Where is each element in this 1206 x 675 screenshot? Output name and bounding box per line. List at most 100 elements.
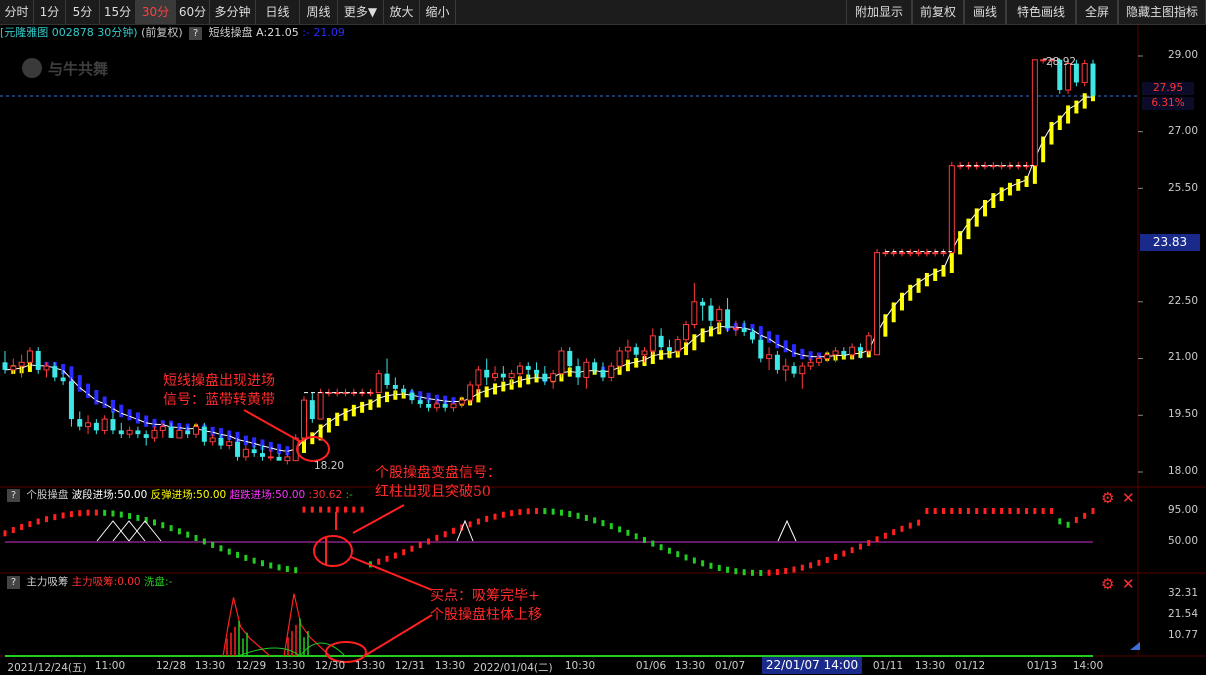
oscillator-block	[410, 545, 414, 552]
annotation-line: 短线操盘出现进场	[163, 373, 275, 389]
candle-body	[209, 437, 216, 443]
mid-panel-header: ? 个股操盘 波段进场:50.00 反弹进场:50.00 超跌进场:50.00 …	[4, 488, 353, 502]
trend-band-block	[659, 350, 664, 360]
oscillator-block	[3, 530, 7, 537]
oscillator-block	[825, 556, 829, 563]
bot-panel-title[interactable]: 主力吸筹	[26, 576, 68, 588]
oscillator-block	[584, 514, 588, 521]
oscillator-block	[1091, 508, 1095, 514]
trend-band-block	[335, 412, 340, 427]
oscillator-block	[169, 525, 173, 532]
oscillator-block	[676, 551, 680, 558]
x-tick-label: 01/12	[954, 660, 986, 672]
oscillator-block	[28, 521, 32, 528]
trend-band-block	[991, 193, 996, 208]
trend-band-block	[501, 381, 506, 392]
oscillator-block	[69, 511, 73, 518]
oscillator-block	[643, 536, 647, 543]
oscillator-block	[792, 566, 796, 573]
candle-body	[18, 361, 25, 367]
oscillator-block	[975, 508, 979, 514]
oscillator-block	[493, 513, 497, 520]
mid-panel-title[interactable]: 个股操盘	[26, 489, 68, 501]
close-icon[interactable]: ✕	[1122, 577, 1135, 592]
oscillator-block	[601, 520, 605, 527]
candle-body	[898, 252, 905, 255]
trend-band-block	[924, 272, 929, 287]
trend-band-block	[110, 399, 115, 413]
y-tick: 18.00	[1167, 465, 1198, 477]
candle-body	[882, 252, 889, 255]
trend-band-block	[385, 391, 390, 403]
oscillator-block	[186, 531, 190, 538]
candle-body	[77, 419, 83, 427]
oscillator-block	[20, 523, 24, 530]
oscillator-block	[269, 562, 273, 569]
settings-gear-icon[interactable]: ⚙	[1101, 491, 1114, 506]
cursor-price-label: 23.83	[1140, 234, 1200, 251]
candle-body	[101, 418, 108, 431]
trend-band-block	[1082, 93, 1087, 109]
candle-body	[401, 388, 407, 393]
oscillator-block	[352, 506, 356, 513]
candle-body	[93, 422, 99, 431]
oversold-triangle	[777, 519, 797, 542]
candle-body	[10, 365, 17, 371]
oscillator-block	[327, 506, 331, 513]
candle-body	[824, 354, 831, 360]
candle-body	[35, 350, 41, 370]
oscillator-block	[202, 538, 206, 545]
oscillator-block	[900, 525, 904, 532]
candle-body	[500, 373, 506, 378]
oscillator-block	[701, 560, 705, 567]
annotation-buy-point: 买点：吸筹完毕+ 个股操盘柱体上移	[430, 587, 542, 625]
low-price-label: 18.20	[314, 460, 345, 472]
legend-washout: 洗盘:-	[143, 576, 173, 588]
candle-body	[392, 385, 398, 389]
x-tick-label: 11:00	[94, 660, 126, 672]
x-tick-label: 13:30	[674, 660, 706, 672]
candle-body	[85, 422, 92, 428]
oversold-triangle	[128, 520, 162, 542]
candle-body	[218, 437, 224, 446]
trend-band-block	[360, 401, 365, 413]
candle-body	[259, 453, 265, 457]
bot-y-tick: 10.77	[1167, 629, 1198, 641]
close-icon[interactable]: ✕	[1122, 491, 1135, 506]
candle-body	[176, 429, 183, 439]
help-icon[interactable]: ?	[7, 576, 20, 589]
candle-body	[766, 354, 773, 360]
help-icon[interactable]: ?	[7, 489, 20, 502]
candle-body	[616, 350, 623, 367]
oscillator-block	[402, 549, 406, 556]
candle-body	[915, 252, 922, 255]
settings-gear-icon[interactable]: ⚙	[1101, 577, 1114, 592]
candle-body	[201, 426, 207, 442]
x-tick-label: 10:30	[564, 660, 596, 672]
candle-body	[633, 347, 639, 355]
oscillator-block	[119, 511, 123, 518]
oscillator-block	[618, 526, 622, 533]
candle-body	[516, 365, 523, 375]
kline-chart[interactable]	[0, 0, 1206, 675]
y-tick: 29.00	[1167, 49, 1198, 61]
candle-body	[542, 373, 548, 382]
oscillator-block	[377, 558, 381, 565]
candle-body	[907, 252, 914, 255]
oscillator-block	[476, 518, 480, 525]
candle-body	[375, 373, 382, 394]
x-tick-label: 01/11	[872, 660, 904, 672]
oscillator-block	[152, 519, 156, 526]
annotation-arrow	[243, 409, 302, 443]
candle-body	[2, 362, 8, 370]
candle-body	[940, 252, 947, 255]
oscillator-block	[692, 557, 696, 564]
oscillator-block	[236, 551, 240, 558]
trend-band-block	[1074, 100, 1079, 114]
candle-body	[815, 358, 822, 363]
oscillator-block	[609, 523, 613, 530]
high-price-label: 28.92	[1046, 56, 1077, 68]
candle-body	[384, 373, 390, 386]
oscillator-block	[1041, 508, 1045, 514]
oscillator-block	[310, 506, 314, 513]
